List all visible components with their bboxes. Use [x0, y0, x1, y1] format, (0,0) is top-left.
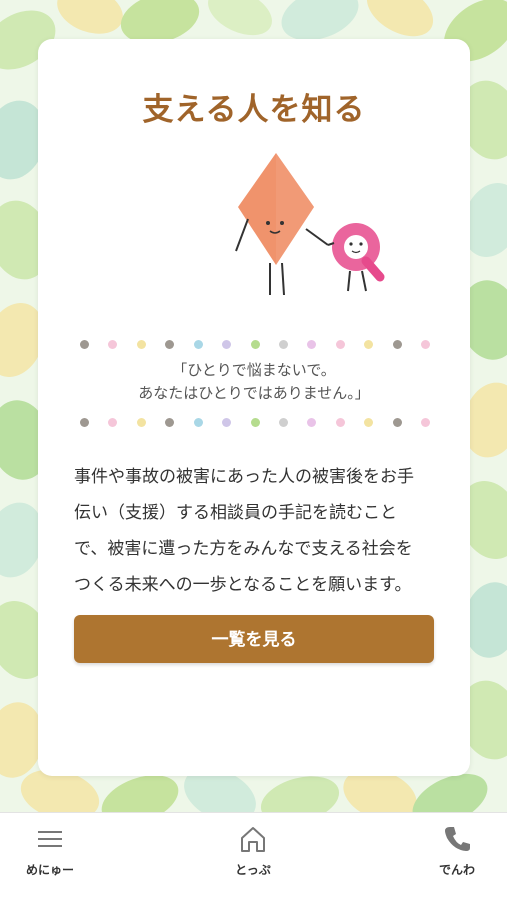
divider-dot	[165, 418, 175, 427]
divider-dot	[307, 340, 317, 349]
divider-dot	[335, 340, 345, 349]
quote-line-1: 「ひとりで悩まないで。	[172, 361, 336, 379]
quote-text: 「ひとりで悩まないで。 あなたはひとりではありません。」	[38, 359, 470, 405]
bottom-tab-bar: めにゅー とっぷ でんわ	[0, 812, 507, 901]
divider-dot	[222, 340, 232, 349]
quote-line-2: あなたはひとりではありません。」	[138, 384, 370, 402]
divider-dot	[136, 340, 146, 349]
divider-dot	[108, 340, 118, 349]
page-title: 支える人を知る	[142, 92, 366, 128]
divider-dot	[250, 418, 260, 427]
divider-dot	[108, 418, 118, 427]
tab-menu-label: めにゅー	[25, 863, 74, 877]
divider-dot	[392, 340, 402, 349]
description-line: 伝い（支援）する相談員の手記を読むこと	[74, 503, 397, 523]
divider-dot	[193, 418, 203, 427]
divider-dot	[80, 340, 89, 349]
divider-dot	[222, 418, 232, 427]
divider-dot	[250, 340, 260, 349]
home-icon	[241, 827, 265, 852]
view-list-button[interactable]: 一覧を見る	[74, 615, 434, 663]
description-text: 事件や事故の被害にあった人の被害後をお手 伝い（支援）する相談員の手記を読むこと…	[74, 459, 434, 603]
divider-dot	[278, 418, 288, 427]
divider-dot	[364, 418, 374, 427]
dot-divider-top	[80, 340, 430, 352]
tab-phone-label: でんわ	[438, 863, 475, 877]
divider-dot	[193, 340, 203, 349]
divider-dot	[335, 418, 345, 427]
divider-dot	[278, 340, 288, 349]
divider-dot	[421, 418, 430, 427]
dot-divider-bottom	[80, 418, 430, 430]
divider-dot	[392, 418, 402, 427]
hamburger-menu-icon	[38, 831, 62, 847]
description-line: つくる未来への一歩となることを願います。	[74, 575, 412, 595]
description-line: で、被害に遭った方をみんなで支える社会を	[74, 539, 413, 559]
phone-icon	[445, 827, 470, 851]
divider-dot	[80, 418, 89, 427]
divider-dot	[307, 418, 317, 427]
tab-top-label: とっぷ	[235, 863, 271, 877]
divider-dot	[421, 340, 430, 349]
tab-menu[interactable]: めにゅー	[0, 813, 100, 901]
divider-dot	[165, 340, 175, 349]
tab-top[interactable]: とっぷ	[203, 813, 303, 901]
tab-phone[interactable]: でんわ	[407, 813, 507, 901]
divider-dot	[364, 340, 374, 349]
divider-dot	[136, 418, 146, 427]
mascot-illustration	[235, 153, 385, 296]
description-line: 事件や事故の被害にあった人の被害後をお手	[74, 467, 414, 487]
content-card: 支える人を知る 「ひとりで悩まないで。 あなたはひとりではありません。」 事件や…	[38, 39, 470, 776]
